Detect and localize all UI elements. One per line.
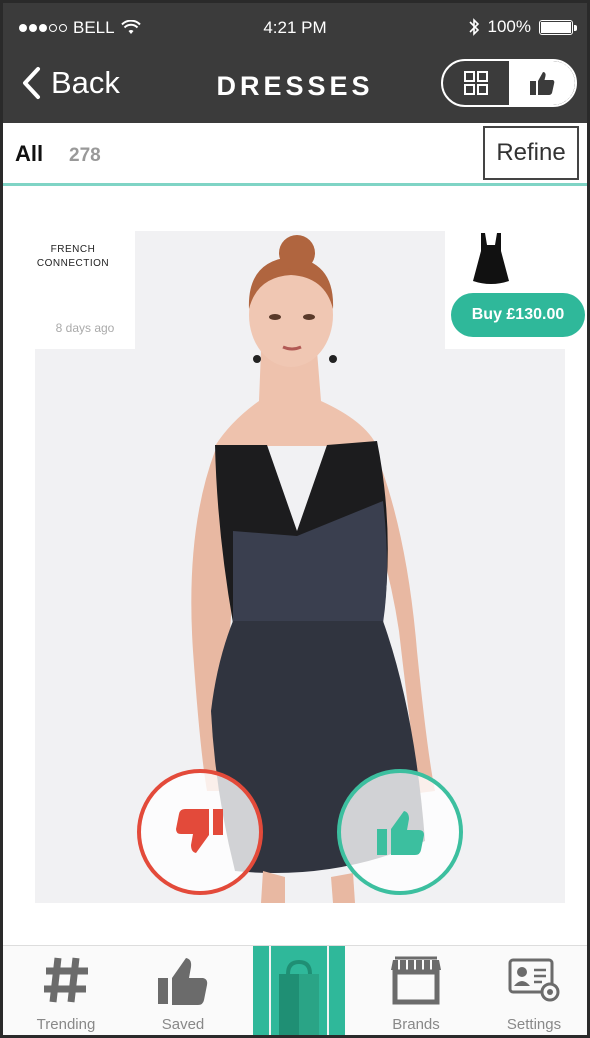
filter-all[interactable]: All <box>15 141 43 167</box>
brand-line-1: FRENCH <box>50 244 96 255</box>
divider <box>3 183 587 186</box>
view-toggle[interactable] <box>441 59 577 107</box>
status-right: 100% <box>468 17 577 37</box>
hash-icon <box>44 957 88 1003</box>
grid-view-button[interactable] <box>443 61 509 105</box>
brand-logo: FRENCH CONNECTION <box>35 243 135 271</box>
shopping-bag-icon <box>279 959 319 1035</box>
tab-bar: Trending Saved Brands Settings <box>3 945 587 1035</box>
thumbs-up-icon <box>158 958 208 1005</box>
tab-settings[interactable]: Settings <box>479 946 587 1035</box>
thumbs-up-icon <box>530 72 555 95</box>
brand-box[interactable]: FRENCH CONNECTION 8 days ago <box>35 231 135 349</box>
status-bar: BELL 4:21 PM 100% <box>3 3 587 53</box>
buy-button[interactable]: Buy £130.00 <box>451 293 585 337</box>
phone-screen: BELL 4:21 PM 100% Back DRESSES All 278 R… <box>0 0 590 1038</box>
tab-saved[interactable]: Saved <box>128 946 238 1035</box>
tab-brands[interactable]: Brands <box>361 946 471 1035</box>
filter-bar: All 278 Refine <box>3 123 587 183</box>
refine-button[interactable]: Refine <box>483 126 579 180</box>
storefront-icon <box>391 956 441 1005</box>
tab-settings-label: Settings <box>506 1016 562 1033</box>
tab-saved-label: Saved <box>161 1016 205 1033</box>
bluetooth-icon <box>468 18 479 36</box>
brand-line-2: CONNECTION <box>36 258 110 269</box>
tab-brands-label: Brands <box>392 1016 440 1033</box>
tab-shop[interactable] <box>253 946 345 1035</box>
battery-icon <box>539 19 577 35</box>
navigation-bar: Back DRESSES <box>3 53 587 123</box>
thumbs-up-icon <box>377 811 424 855</box>
dress-thumbnail-icon <box>473 233 509 284</box>
posted-time: 8 days ago <box>55 321 115 335</box>
like-button[interactable] <box>337 769 463 895</box>
tab-trending-label: Trending <box>36 1016 96 1033</box>
battery-percent: 100% <box>487 17 531 36</box>
thumbs-down-icon <box>176 809 223 853</box>
grid-icon <box>464 71 488 95</box>
dislike-button[interactable] <box>137 769 263 895</box>
swipe-view-button[interactable] <box>509 61 575 105</box>
results-count: 278 <box>69 145 101 166</box>
tab-trending[interactable]: Trending <box>11 946 121 1035</box>
id-card-gear-icon <box>508 958 560 1002</box>
